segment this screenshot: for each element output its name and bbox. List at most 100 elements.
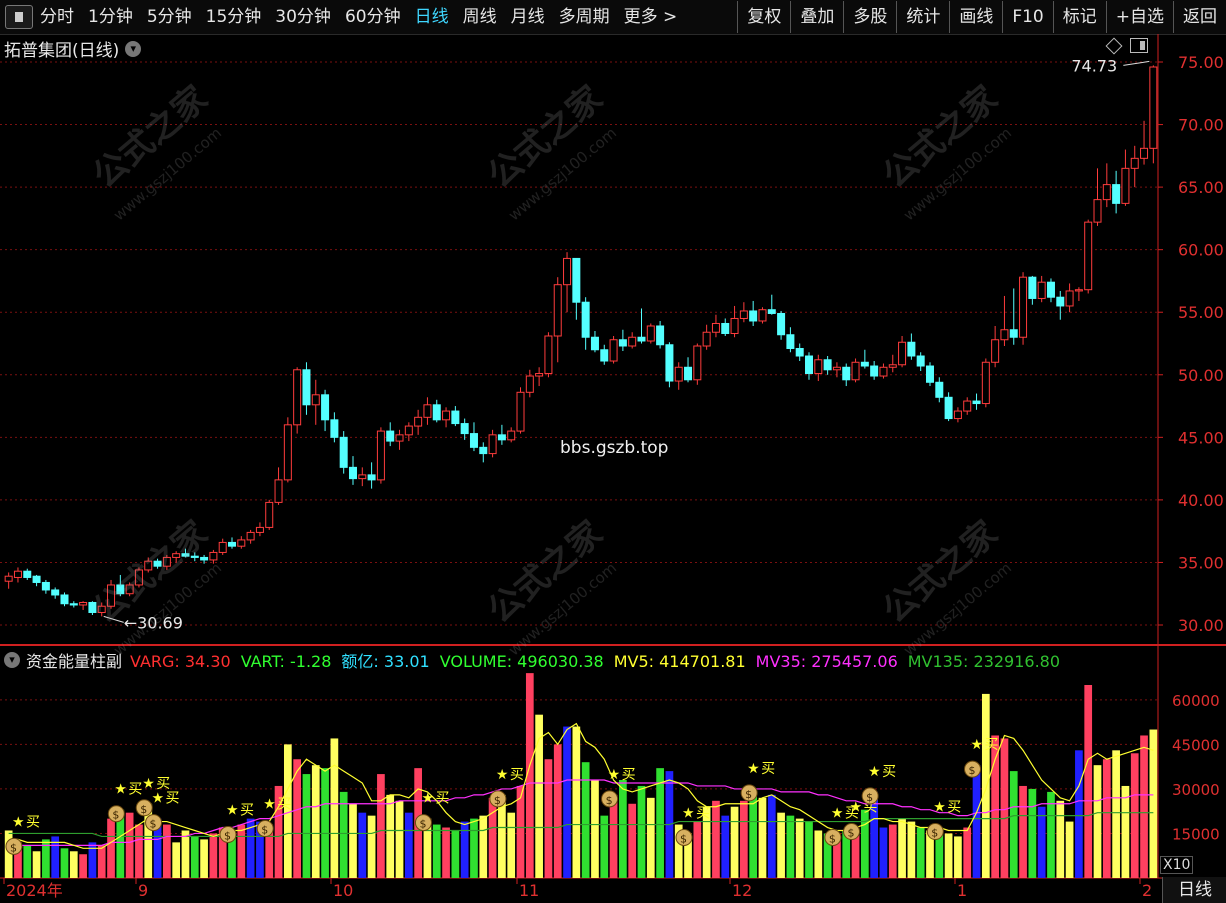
buy-label: 买 xyxy=(435,791,449,807)
volume-bar xyxy=(758,797,767,878)
buy-label: 买 xyxy=(510,767,524,783)
candle-body xyxy=(1121,167,1130,204)
volume-bar xyxy=(1149,729,1158,878)
candle-body xyxy=(618,339,627,347)
candle-body xyxy=(311,394,320,406)
candle-body xyxy=(1056,296,1065,307)
price-tick-label: 40.00 xyxy=(1178,491,1224,510)
volume-bar xyxy=(563,726,571,878)
candle-body xyxy=(916,355,925,367)
buy-label: 买 xyxy=(696,805,710,821)
price-tick-label: 65.00 xyxy=(1178,178,1224,197)
volume-bar xyxy=(190,836,199,878)
candle-body xyxy=(228,541,237,547)
overlay-url-text: bbs.gszb.top xyxy=(560,438,669,458)
candle-body xyxy=(1028,276,1037,299)
buy-star-icon: ★ xyxy=(608,767,621,783)
candle-body xyxy=(60,594,69,605)
candle-body xyxy=(246,531,255,541)
candle-body xyxy=(563,257,572,286)
candle-body xyxy=(665,344,674,382)
volume-bar xyxy=(572,726,581,878)
volume-bar xyxy=(656,768,664,878)
buy-label: 买 xyxy=(128,782,142,798)
candle-body xyxy=(535,373,544,377)
candle-body xyxy=(767,309,776,314)
buy-label: 买 xyxy=(761,761,775,777)
candle-body xyxy=(1093,199,1102,223)
volume-bar xyxy=(442,827,450,878)
volume-bar xyxy=(1047,791,1055,878)
volume-bar xyxy=(339,791,348,878)
buy-star-icon: ★ xyxy=(747,761,760,777)
candle-body xyxy=(758,309,767,322)
mv35-line xyxy=(8,779,1154,846)
money-bag-symbol: $ xyxy=(931,827,938,840)
candle-body xyxy=(814,359,823,375)
volume-bar xyxy=(200,839,208,878)
money-bag-symbol: $ xyxy=(969,764,976,777)
buy-star-icon: ★ xyxy=(933,800,946,816)
candle-body xyxy=(935,381,944,398)
candle-body xyxy=(656,325,665,346)
candle-body xyxy=(637,336,646,342)
money-bag-symbol: $ xyxy=(494,794,501,807)
candle-body xyxy=(1130,157,1139,169)
mv135-line xyxy=(8,812,1154,838)
volume-bar xyxy=(432,824,441,878)
candle-body xyxy=(404,425,413,436)
buy-label: 买 xyxy=(240,802,254,818)
candle-body xyxy=(69,603,78,606)
candle-body xyxy=(516,391,525,432)
time-tick-label: 2024年 xyxy=(6,881,63,900)
period-tab[interactable]: 日线 xyxy=(1162,877,1226,903)
money-bag-symbol: $ xyxy=(866,791,873,804)
volume-bar xyxy=(1102,759,1111,878)
volume-bar xyxy=(1009,771,1018,878)
candle-body xyxy=(646,325,655,342)
volume-bar xyxy=(963,827,972,878)
volume-bar xyxy=(1056,800,1065,878)
volume-bar xyxy=(805,821,813,878)
buy-label: 买 xyxy=(947,800,961,816)
chevron-down-icon[interactable]: ▾ xyxy=(4,652,20,668)
candle-body xyxy=(339,436,348,468)
volume-bar xyxy=(358,812,367,878)
money-bag-symbol: $ xyxy=(606,794,613,807)
indicator-value-2: 额亿: 33.01 xyxy=(341,652,430,671)
volume-bar xyxy=(767,794,776,878)
candle-body xyxy=(600,349,609,362)
indicator-value-3: VOLUME: 496030.38 xyxy=(439,652,604,671)
candle-body xyxy=(888,364,897,368)
volume-bar xyxy=(619,780,627,878)
candle-body xyxy=(79,601,88,606)
candle-body xyxy=(488,434,497,455)
volume-bar xyxy=(311,765,320,878)
candle-body xyxy=(376,430,385,481)
volume-bar xyxy=(302,774,311,878)
indicator-values: VARG: 34.30 VART: -1.28 额亿: 33.01 VOLUME: 4… xyxy=(130,648,1070,672)
volume-bar xyxy=(321,768,329,878)
buy-star-icon: ★ xyxy=(971,737,984,753)
candle-body xyxy=(693,345,702,381)
price-tick-label: 70.00 xyxy=(1178,116,1224,135)
candle-body xyxy=(302,369,311,406)
volume-bar xyxy=(1065,821,1074,878)
money-bag-symbol: $ xyxy=(261,824,268,837)
money-bag-symbol: $ xyxy=(224,829,231,842)
volume-bar xyxy=(479,815,488,878)
buy-star-icon: ★ xyxy=(868,764,881,780)
time-tick-label: 1 xyxy=(957,881,967,900)
buy-star-icon: ★ xyxy=(226,802,239,818)
volume-bar xyxy=(1028,788,1037,878)
volume-tick-label: 30000 xyxy=(1172,781,1220,799)
volume-bar xyxy=(60,848,69,878)
volume-bar xyxy=(135,824,143,878)
candle-body xyxy=(795,348,804,357)
candle-body xyxy=(1046,281,1055,298)
high-price-label: 74.73 xyxy=(1071,56,1117,75)
price-tick-label: 50.00 xyxy=(1178,366,1224,385)
volume-bar xyxy=(944,833,953,878)
candle-body xyxy=(991,339,1000,363)
candle-body xyxy=(1065,290,1074,307)
